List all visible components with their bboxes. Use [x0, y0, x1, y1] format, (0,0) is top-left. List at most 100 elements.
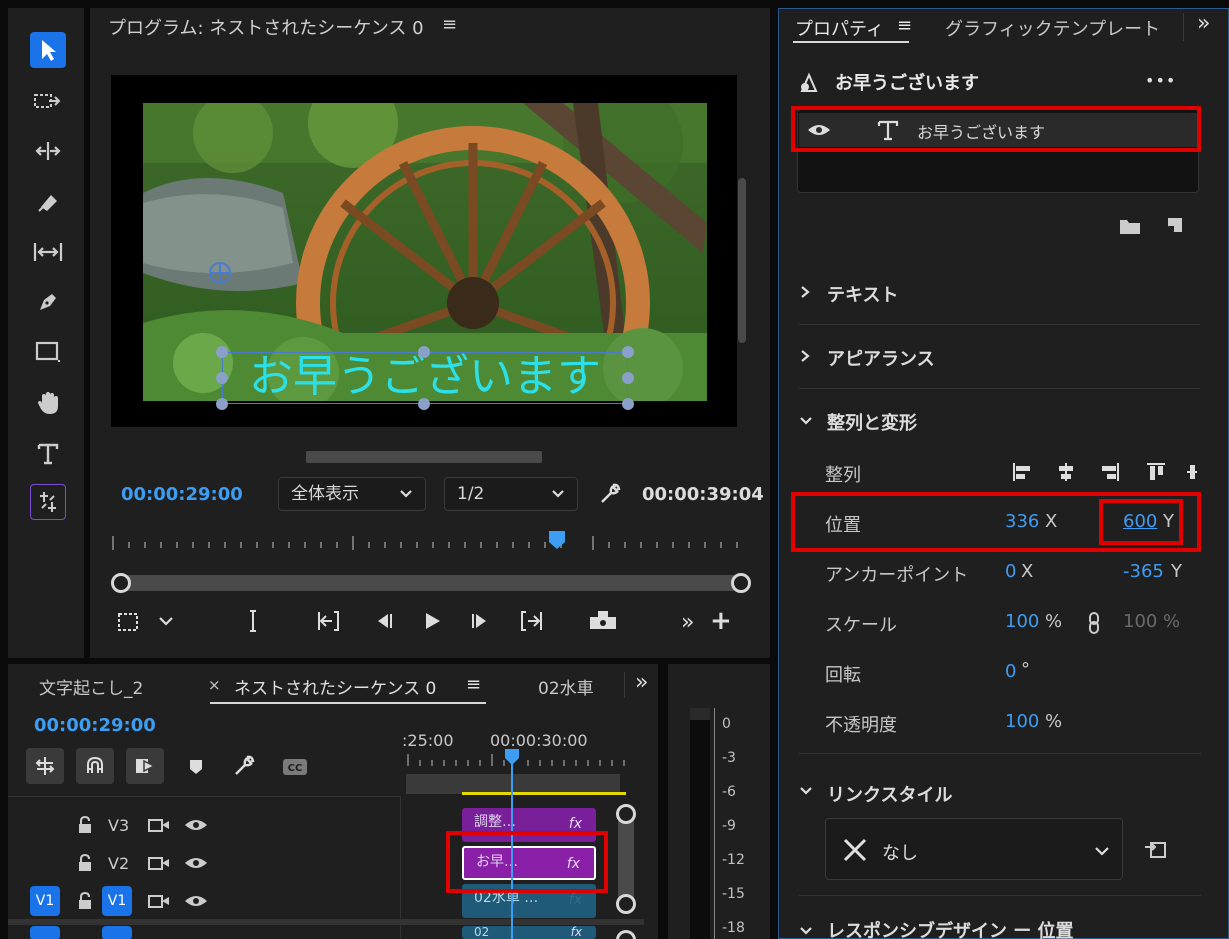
timeline-timecode[interactable]: 00:00:29:00 — [34, 715, 156, 736]
tab-transcript[interactable]: 文字起こし_2 — [39, 674, 143, 699]
pen-tool-icon[interactable] — [30, 284, 66, 320]
link-chain-icon[interactable] — [1087, 611, 1101, 635]
link-style-dropdown[interactable]: なし — [825, 818, 1123, 880]
close-tab-icon[interactable]: × — [208, 676, 221, 694]
scroll-handle-bottom[interactable] — [616, 894, 636, 914]
anchor-x-value[interactable]: 0 — [1005, 561, 1016, 582]
export-frame-icon[interactable] — [588, 609, 618, 631]
program-menu-icon[interactable]: ≡ — [442, 14, 457, 35]
monitor-ruler[interactable] — [111, 532, 741, 552]
target-track-v1[interactable]: V1 — [102, 886, 132, 916]
track-select-tool-icon[interactable] — [30, 83, 66, 119]
lock-icon[interactable] — [78, 854, 92, 872]
folder-icon[interactable] — [1119, 217, 1141, 235]
rotation-value[interactable]: 0 — [1005, 661, 1016, 682]
align-top-icon[interactable] — [1145, 461, 1167, 483]
opacity-value[interactable]: 100 — [1005, 711, 1039, 732]
section-appearance[interactable]: アピアランス — [799, 325, 1200, 389]
handle-mid-right[interactable] — [622, 372, 634, 384]
sync-lock-icon[interactable] — [148, 817, 170, 833]
zoom-handle-right[interactable] — [731, 573, 751, 593]
snap-icon[interactable] — [76, 748, 114, 784]
more-options-icon[interactable]: ••• — [1145, 71, 1176, 90]
more-tabs-icon[interactable]: » — [635, 670, 648, 695]
add-button-icon[interactable]: + — [710, 608, 732, 634]
anchor-y-value[interactable]: -365 — [1123, 561, 1164, 582]
source-track-v1[interactable]: V1 — [30, 886, 60, 916]
ripple-edit-tool-icon[interactable] — [30, 133, 66, 169]
lock-icon[interactable] — [78, 816, 92, 834]
eye-icon[interactable] — [184, 856, 208, 870]
lock-icon[interactable] — [78, 892, 92, 910]
track-divider-bar[interactable] — [8, 919, 644, 925]
add-marker-icon[interactable] — [188, 758, 204, 776]
hand-tool-icon[interactable] — [30, 385, 66, 421]
safe-margins-icon[interactable] — [116, 611, 140, 633]
scale-value[interactable]: 100 — [1005, 611, 1039, 632]
nest-sequences-icon[interactable] — [26, 748, 64, 784]
align-middle-icon[interactable] — [1185, 461, 1197, 483]
go-to-in-icon[interactable] — [316, 609, 346, 633]
tab-graphic-templates[interactable]: グラフィックテンプレート — [945, 15, 1160, 41]
section-align-transform[interactable]: 整列と変形 — [799, 389, 1201, 453]
timeline-settings-wrench-icon[interactable] — [232, 754, 256, 778]
new-layer-icon[interactable] — [1165, 215, 1185, 235]
tab-properties[interactable]: プロパティ — [795, 15, 884, 41]
align-left-icon[interactable] — [1011, 461, 1033, 483]
chevron-down-icon[interactable] — [158, 615, 174, 627]
zoom-scrollbar[interactable] — [120, 575, 740, 591]
type-tool-icon[interactable] — [30, 436, 66, 472]
tab-menu-icon[interactable]: ≡ — [897, 15, 912, 36]
timeline-playhead-icon[interactable] — [504, 748, 520, 766]
horizontal-scrollbar[interactable] — [306, 451, 542, 463]
tab-waterwheel[interactable]: 02水車 — [538, 674, 594, 699]
sync-lock-icon[interactable] — [148, 855, 170, 871]
handle-top-left[interactable] — [216, 346, 228, 358]
fit-dropdown[interactable]: 全体表示 — [278, 477, 426, 511]
linked-selection-icon[interactable] — [126, 748, 164, 784]
target-track-a1[interactable] — [102, 926, 132, 939]
handle-bottom-right[interactable] — [622, 398, 634, 410]
section-link-style[interactable]: リンクスタイル — [799, 757, 1201, 817]
mark-in-icon[interactable] — [246, 609, 260, 633]
tab-menu-icon[interactable]: ≡ — [466, 674, 481, 695]
eye-icon[interactable] — [184, 818, 208, 832]
work-area-bar[interactable] — [406, 774, 620, 794]
handle-bottom-center[interactable] — [418, 398, 430, 410]
clip-audio[interactable]: 02 fx — [462, 926, 596, 939]
tab-nested-sequence[interactable]: ネストされたシーケンス 0 — [234, 674, 436, 699]
more-tabs-icon[interactable]: » — [1197, 11, 1210, 36]
align-center-icon[interactable] — [1055, 461, 1077, 483]
video-frame[interactable]: お早うございます — [111, 75, 737, 427]
handle-top-center[interactable] — [418, 346, 430, 358]
play-icon[interactable] — [420, 609, 444, 633]
section-text[interactable]: テキスト — [799, 261, 1200, 325]
handle-top-right[interactable] — [622, 346, 634, 358]
handle-bottom-left[interactable] — [216, 398, 228, 410]
zoom-handle-left[interactable] — [111, 573, 131, 593]
slip-tool-icon[interactable] — [30, 234, 66, 270]
step-forward-icon[interactable] — [468, 611, 492, 631]
section-responsive[interactable]: レスポンシブデザイン ー 位置 — [799, 899, 1201, 939]
captions-icon[interactable]: CC — [282, 758, 308, 776]
eye-icon[interactable] — [184, 894, 208, 908]
razor-tool-icon[interactable] — [30, 184, 66, 220]
rectangle-tool-icon[interactable] — [30, 334, 66, 370]
selection-tool-icon[interactable] — [30, 32, 66, 68]
handle-mid-left[interactable] — [216, 372, 228, 384]
wrench-icon[interactable] — [598, 482, 622, 506]
anchor-point-icon[interactable] — [207, 260, 233, 286]
source-track-a1[interactable] — [30, 926, 60, 939]
step-back-icon[interactable] — [372, 611, 396, 631]
sync-style-icon[interactable] — [1143, 837, 1169, 861]
align-right-icon[interactable] — [1099, 461, 1121, 483]
go-to-out-icon[interactable] — [514, 609, 544, 633]
remix-tool-icon[interactable] — [30, 484, 66, 520]
scroll-handle-top[interactable] — [616, 804, 636, 824]
sync-lock-icon[interactable] — [148, 893, 170, 909]
scroll-handle-audio[interactable] — [616, 930, 636, 939]
resolution-dropdown[interactable]: 1/2 — [444, 477, 578, 511]
playhead-icon[interactable] — [548, 530, 566, 550]
more-controls-icon[interactable]: » — [681, 610, 694, 635]
current-time[interactable]: 00:00:29:00 — [121, 484, 243, 505]
